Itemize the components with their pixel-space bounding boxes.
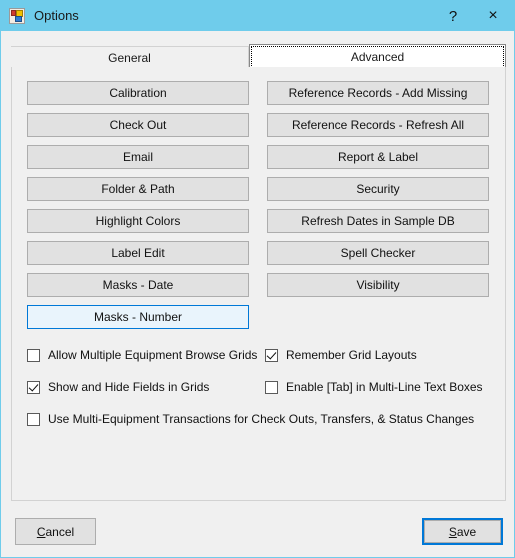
tab-general-label: General: [108, 50, 151, 65]
checkbox-box[interactable]: [265, 380, 278, 394]
button-masks-date[interactable]: Masks - Date: [27, 273, 249, 297]
button-spell-checker[interactable]: Spell Checker: [267, 241, 489, 265]
save-button[interactable]: Save: [422, 518, 503, 545]
checkbox-allow-multiple-equipment-browse-grids[interactable]: Allow Multiple Equipment Browse Grids: [27, 348, 257, 362]
tab-page-advanced: Calibration Check Out Email Folder & Pat…: [11, 67, 506, 501]
tab-strip: General Advanced: [11, 44, 506, 68]
button-visibility[interactable]: Visibility: [267, 273, 489, 297]
button-masks-number[interactable]: Masks - Number: [27, 305, 249, 329]
button-folder-and-path[interactable]: Folder & Path: [27, 177, 249, 201]
button-label-edit[interactable]: Label Edit: [27, 241, 249, 265]
options-dialog: Options ? × General Advanced Calibration…: [0, 0, 515, 558]
window-title: Options: [34, 8, 79, 23]
checkbox-enable-tab-in-multi-line-text-boxes[interactable]: Enable [Tab] in Multi-Line Text Boxes: [265, 380, 483, 394]
checkbox-box[interactable]: [27, 348, 40, 362]
button-reference-records-refresh-all[interactable]: Reference Records - Refresh All: [267, 113, 489, 137]
cancel-rest: ancel: [45, 524, 75, 539]
checkbox-box[interactable]: [27, 412, 40, 426]
checkbox-remember-grid-layouts[interactable]: Remember Grid Layouts: [265, 348, 417, 362]
cancel-accel: C: [36, 524, 46, 539]
button-security[interactable]: Security: [267, 177, 489, 201]
checkbox-label: Remember Grid Layouts: [286, 348, 417, 362]
checkbox-label: Use Multi-Equipment Transactions for Che…: [48, 412, 475, 426]
tab-advanced[interactable]: Advanced: [249, 44, 506, 68]
app-icon: [9, 8, 25, 24]
tab-advanced-label: Advanced: [350, 49, 405, 64]
cancel-button[interactable]: Cancel: [15, 518, 96, 545]
checkbox-label: Allow Multiple Equipment Browse Grids: [48, 348, 258, 362]
checkbox-box[interactable]: [27, 380, 40, 394]
title-bar: Options ? ×: [1, 1, 514, 31]
button-email[interactable]: Email: [27, 145, 249, 169]
button-calibration[interactable]: Calibration: [27, 81, 249, 105]
checkbox-label: Enable [Tab] in Multi-Line Text Boxes: [286, 380, 483, 394]
save-rest: ave: [456, 524, 477, 539]
tab-general[interactable]: General: [11, 46, 249, 68]
checkbox-label: Show and Hide Fields in Grids: [48, 380, 210, 394]
checkbox-use-multi-equipment-transactions[interactable]: Use Multi-Equipment Transactions for Che…: [27, 412, 474, 426]
button-refresh-dates-in-sample-db[interactable]: Refresh Dates in Sample DB: [267, 209, 489, 233]
button-check-out[interactable]: Check Out: [27, 113, 249, 137]
checkbox-box[interactable]: [265, 348, 278, 362]
button-highlight-colors[interactable]: Highlight Colors: [27, 209, 249, 233]
save-accel: S: [448, 524, 457, 539]
checkbox-show-and-hide-fields-in-grids[interactable]: Show and Hide Fields in Grids: [27, 380, 209, 394]
help-icon[interactable]: ?: [436, 1, 470, 31]
button-reference-records-add-missing[interactable]: Reference Records - Add Missing: [267, 81, 489, 105]
button-report-and-label[interactable]: Report & Label: [267, 145, 489, 169]
close-icon[interactable]: ×: [470, 1, 514, 31]
